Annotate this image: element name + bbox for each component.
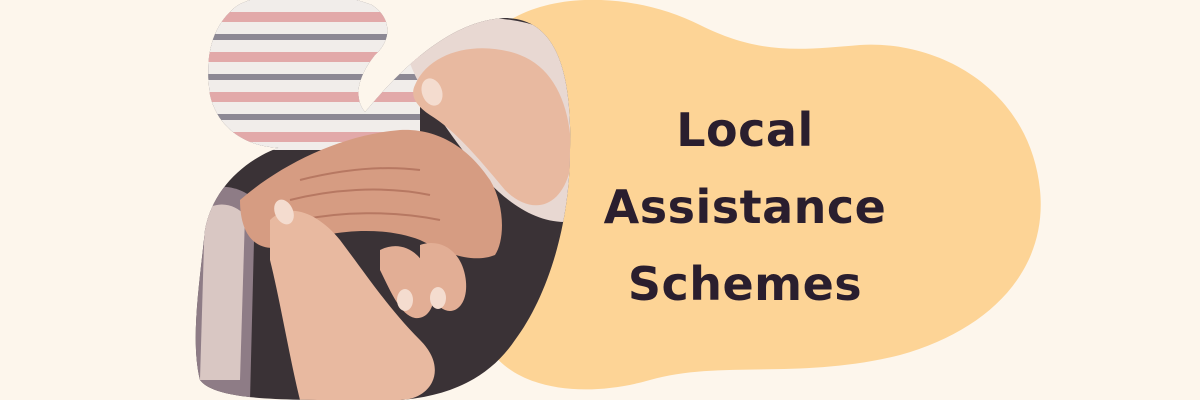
banner-title: Local Assistance Schemes <box>560 92 930 323</box>
title-line-local: Local <box>676 103 814 157</box>
title-line-schemes: Schemes <box>627 257 863 311</box>
title-line-assistance: Assistance <box>603 180 887 234</box>
hero-banner: Local Assistance Schemes <box>0 0 1200 400</box>
